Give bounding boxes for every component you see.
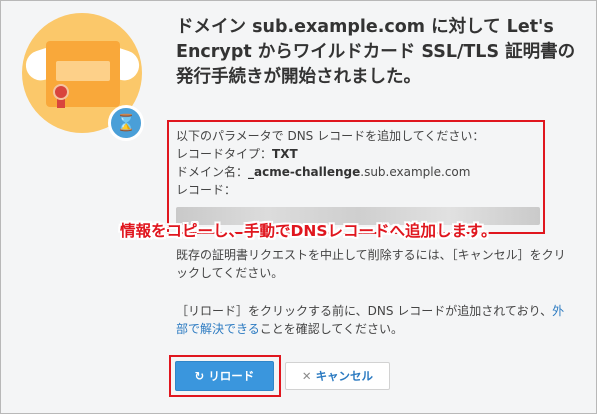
annotation-callout: 情報をコピーし、手動でDNSレコードへ追加します。 xyxy=(120,222,497,240)
reload-button[interactable]: ↻ リロード xyxy=(175,361,274,391)
dialog-title: ドメイン sub.example.com に対して Let's Encrypt … xyxy=(176,17,576,87)
close-icon: ✕ xyxy=(301,369,312,383)
domain-name-row: ドメイン名：_acme-challenge.sub.example.com xyxy=(176,163,536,181)
reload-instruction-before: ［リロード］をクリックする前に、DNS レコードが追加されており、 xyxy=(176,304,553,318)
domain-name-label: ドメイン名： xyxy=(176,165,249,179)
domain-name-value-suffix: .sub.example.com xyxy=(360,165,471,179)
record-type-label: レコードタイプ： xyxy=(176,147,273,161)
reload-button-label: リロード xyxy=(208,369,255,383)
certificate-illustration: ⌛ xyxy=(22,13,150,141)
reload-instruction: ［リロード］をクリックする前に、DNS レコードが追加されており、外部で解決でき… xyxy=(176,302,576,338)
certificate-seal-icon xyxy=(53,84,69,100)
record-type-row: レコードタイプ：TXT xyxy=(176,145,536,163)
domain-name-value-prefix: _acme-challenge xyxy=(248,165,361,179)
dns-info-intro: 以下のパラメータで DNS レコードを追加してください： xyxy=(176,129,485,143)
dns-record-info: 以下のパラメータで DNS レコードを追加してください： レコードタイプ：TXT… xyxy=(176,127,536,199)
certificate-icon xyxy=(46,41,120,108)
hourglass-icon: ⌛ xyxy=(108,105,144,141)
refresh-icon: ↻ xyxy=(194,369,205,383)
cancel-button[interactable]: ✕ キャンセル xyxy=(285,362,390,390)
record-label: レコード： xyxy=(176,183,237,197)
cancel-button-label: キャンセル xyxy=(315,369,374,383)
reload-instruction-after: ことを確認してください。 xyxy=(259,322,404,336)
record-type-value: TXT xyxy=(272,147,298,161)
certificate-band xyxy=(56,61,110,81)
record-row: レコード： xyxy=(176,181,536,199)
cancel-instruction: 既存の証明書リクエストを中止して削除するには、［キャンセル］をクリックしてくださ… xyxy=(176,248,566,280)
